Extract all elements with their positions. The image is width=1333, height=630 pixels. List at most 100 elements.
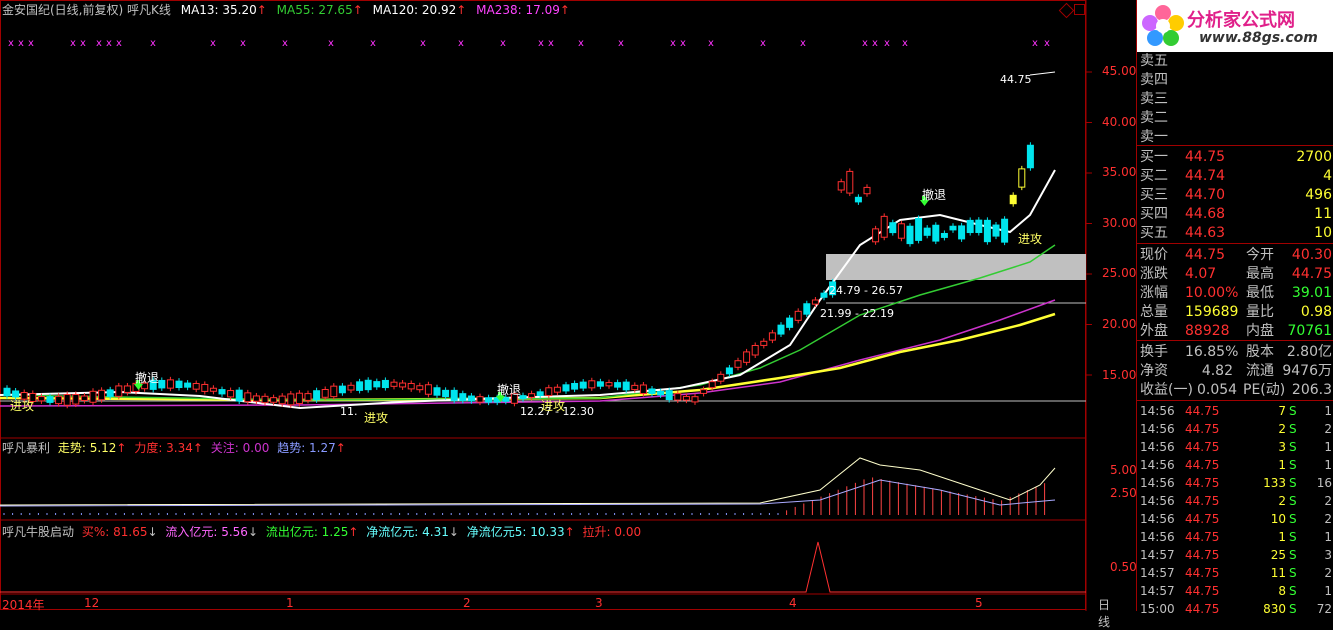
quote-value: 39.01 <box>1291 285 1332 301</box>
signal-marker-icon: x <box>708 38 714 49</box>
panel3-lift: 拉升: 0.00 <box>582 525 642 539</box>
candle <box>614 382 622 388</box>
high-pointer <box>1029 71 1056 76</box>
chart-canvas[interactable]: xxxxxxxxxxxxxxxxxxxxxxxxxxxxxxxx <box>0 0 1136 611</box>
quote-label: 内盘 <box>1246 323 1274 339</box>
candle <box>854 196 862 203</box>
tick-count: 1 <box>1324 584 1332 598</box>
buy2-row: 买二 44.74 4 <box>1137 167 1333 185</box>
zone-label-4: 11. <box>340 405 358 418</box>
tick-list[interactable]: 14:56 44.75 7 S 1 14:56 44.75 2 S 2 14:56 44.75 3 S 1 1… <box>1137 402 1333 616</box>
x-axis-may: 5 <box>975 596 983 610</box>
divider <box>1137 340 1333 341</box>
candle <box>270 397 278 403</box>
candle <box>407 382 415 390</box>
candle <box>975 219 983 233</box>
tick-price: 44.75 <box>1185 476 1220 490</box>
period-label[interactable]: 日线 <box>1098 596 1110 630</box>
candle <box>786 317 794 328</box>
panel3-inflow: 流入亿元: 5.56 <box>165 525 248 539</box>
candle <box>949 225 957 231</box>
signal-marker-icon: x <box>760 38 766 49</box>
sell5-label: 卖五 <box>1140 53 1168 69</box>
buy5-label: 买五 <box>1140 225 1168 241</box>
tick-row: 15:00 44.75 830 S 72 <box>1137 600 1333 618</box>
price-axis-35: 35.00 <box>1102 165 1137 179</box>
x-axis-dec: 12 <box>84 596 100 610</box>
candle <box>983 219 991 243</box>
candle <box>992 224 1000 237</box>
candle <box>588 380 596 389</box>
tick-volume: 10 <box>1270 512 1286 526</box>
candle <box>390 381 398 387</box>
candle <box>1001 218 1009 243</box>
candle <box>725 367 733 375</box>
candle <box>381 379 389 389</box>
signal-marker-icon: x <box>116 38 122 49</box>
tick-row: 14:56 44.75 2 S 2 <box>1137 420 1333 438</box>
candle <box>545 387 553 397</box>
tick-volume: 7 <box>1278 404 1286 418</box>
buy4-vol: 11 <box>1314 206 1332 222</box>
fund-value: 4.82 <box>1201 363 1233 379</box>
quote-label: 现价 <box>1140 247 1168 263</box>
signal-marker-icon: x <box>328 38 334 49</box>
candle <box>897 223 905 239</box>
tick-time: 14:56 <box>1140 458 1175 472</box>
tick-row: 14:57 44.75 8 S 1 <box>1137 582 1333 600</box>
tick-row: 14:56 44.75 133 S 16 <box>1137 474 1333 492</box>
candle <box>743 351 751 363</box>
tick-row: 14:57 44.75 11 S 2 <box>1137 564 1333 582</box>
tick-side: S <box>1289 512 1297 526</box>
quote-value: 44.75 <box>1185 247 1226 263</box>
signal-marker-icon: x <box>420 38 426 49</box>
logo-banner[interactable]: 分析家公式网 www.88gs.com <box>1137 0 1333 52</box>
candle <box>364 379 372 391</box>
tick-volume: 830 <box>1263 602 1286 616</box>
tick-volume: 1 <box>1278 458 1286 472</box>
signal-marker-icon: x <box>680 38 686 49</box>
tick-volume: 25 <box>1270 548 1286 562</box>
square-icon[interactable] <box>1074 4 1085 15</box>
signal-marker-icon: x <box>578 38 584 49</box>
tick-time: 14:57 <box>1140 548 1175 562</box>
candle <box>287 393 295 406</box>
x-axis-feb: 2 <box>463 596 471 610</box>
panel3-net5: 净流亿元5: 10.33 <box>466 525 565 539</box>
candle <box>356 381 364 391</box>
candle <box>252 395 260 402</box>
candle <box>837 181 845 191</box>
tick-time: 15:00 <box>1140 602 1175 616</box>
tick-price: 44.75 <box>1185 440 1220 454</box>
candle <box>37 396 45 402</box>
candle <box>820 292 828 298</box>
signal-marker-icon: x <box>800 38 806 49</box>
tick-time: 14:56 <box>1140 476 1175 490</box>
tick-volume: 133 <box>1263 476 1286 490</box>
tick-row: 14:56 44.75 2 S 2 <box>1137 492 1333 510</box>
trend-curve <box>0 457 1056 506</box>
quote-value: 159689 <box>1185 304 1239 320</box>
quote-value: 88928 <box>1185 323 1230 339</box>
zone-label-2: 21.99 - 22.19 <box>820 307 894 320</box>
candle <box>622 381 630 391</box>
candle <box>373 381 381 388</box>
kline-chart[interactable]: xxxxxxxxxxxxxxxxxxxxxxxxxxxxxxxx 金安国纪(日线… <box>0 0 1137 629</box>
fund-label: 换手 <box>1140 344 1168 360</box>
high-price-label: 44.75 <box>1000 73 1032 86</box>
tick-count: 3 <box>1324 548 1332 562</box>
tick-price: 44.75 <box>1185 404 1220 418</box>
candle <box>218 389 226 395</box>
signal-marker-icon: x <box>872 38 878 49</box>
tick-volume: 8 <box>1278 584 1286 598</box>
candle <box>46 396 54 403</box>
candle <box>648 388 656 394</box>
candle <box>691 396 699 403</box>
tick-time: 14:56 <box>1140 404 1175 418</box>
signal-marker-icon: x <box>618 38 624 49</box>
signal-marker-icon: x <box>240 38 246 49</box>
signal-marker-icon: x <box>70 38 76 49</box>
ma13-value: MA13: 35.20 <box>180 3 257 17</box>
candle <box>115 385 123 397</box>
buy1-vol: 2700 <box>1296 149 1332 165</box>
